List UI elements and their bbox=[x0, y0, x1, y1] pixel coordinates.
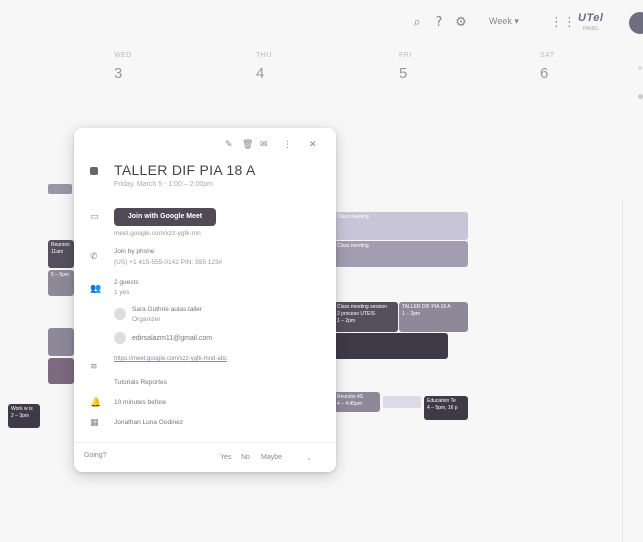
bell-icon: 🔔 bbox=[90, 398, 102, 408]
avatar bbox=[114, 308, 126, 320]
right-panel-dot bbox=[638, 66, 642, 70]
day-number: 3 bbox=[114, 65, 123, 82]
guests-icon: 👥 bbox=[90, 284, 102, 294]
event-card[interactable]: Reunion 11am bbox=[48, 240, 74, 268]
event-chip[interactable] bbox=[383, 396, 421, 408]
event-time: 5 – 5pm bbox=[51, 272, 70, 278]
divider bbox=[74, 442, 336, 443]
reminder-text: 10 minutes before bbox=[114, 399, 167, 406]
join-phone-label[interactable]: Join by phone bbox=[114, 248, 154, 255]
email-icon[interactable]: ✉ bbox=[260, 140, 268, 150]
event-title: Reunion bbox=[51, 242, 70, 248]
video-icon: ▭ bbox=[90, 212, 99, 222]
event-card[interactable] bbox=[48, 358, 74, 384]
day-name: WED bbox=[114, 52, 132, 59]
event-card[interactable] bbox=[334, 333, 448, 359]
meet-link[interactable]: meet.google.com/xzz-ygtk-mn bbox=[114, 230, 201, 237]
avatar[interactable] bbox=[629, 12, 643, 34]
day-number: 5 bbox=[399, 65, 408, 82]
rsvp-no[interactable]: No bbox=[241, 454, 250, 461]
guests-count: 2 guests bbox=[114, 279, 139, 286]
guest-role: Organizer bbox=[132, 316, 161, 323]
event-time: 1 – 2pm bbox=[337, 318, 356, 324]
event-card[interactable]: Reunión 4S 4 – 4:45pm bbox=[334, 392, 380, 412]
event-time: 11am bbox=[51, 249, 64, 255]
apps-icon[interactable]: ⋮⋮ bbox=[550, 14, 576, 32]
event-time: 4 – 5pm, 16 p bbox=[427, 405, 458, 411]
event-title: TALLER DIF PIA 18 A bbox=[114, 162, 256, 178]
org-logo-sub: PANEL bbox=[583, 26, 600, 32]
chevron-down-icon[interactable]: ⌄ bbox=[306, 454, 312, 462]
event-time: 4 – 4:45pm bbox=[337, 401, 363, 407]
guest-name: Sara Guthrie aulas.taller bbox=[132, 306, 203, 313]
phone-number: (US) +1 415-555-0142 PIN: 555 123# bbox=[114, 259, 223, 266]
guests-summary: 1 yes bbox=[114, 289, 130, 296]
event-title: Class meeting session bbox=[337, 304, 388, 310]
day-number: 4 bbox=[256, 65, 265, 82]
day-number: 6 bbox=[540, 65, 549, 82]
right-panel-dot bbox=[638, 94, 643, 99]
event-title: Reunión 4S bbox=[337, 394, 364, 400]
event-chip[interactable] bbox=[48, 184, 72, 194]
close-icon[interactable]: ✕ bbox=[309, 140, 317, 150]
more-icon[interactable]: ⋮ bbox=[283, 140, 292, 150]
event-time: 2 – 3pm bbox=[11, 413, 30, 419]
rsvp-maybe[interactable]: Maybe bbox=[261, 454, 282, 461]
event-card[interactable]: Class meeting bbox=[334, 212, 468, 240]
day-header-thu[interactable]: THU 4 bbox=[256, 52, 296, 82]
event-subtitle: 2 proceso UTEIS bbox=[337, 311, 376, 317]
settings-icon[interactable]: ⚙ bbox=[452, 14, 470, 32]
day-header-wed[interactable]: WED 3 bbox=[114, 52, 154, 82]
event-card[interactable]: Work w is 2 – 3pm bbox=[8, 404, 40, 428]
event-title: TALLER DIF PIA 18 A bbox=[402, 304, 451, 310]
event-title: Class meeting bbox=[337, 214, 369, 220]
org-logo: UTel bbox=[578, 12, 604, 24]
day-name: THU bbox=[256, 52, 272, 59]
search-icon[interactable]: ⌕ bbox=[408, 14, 426, 32]
grid-divider bbox=[622, 200, 623, 542]
event-title: Work w is bbox=[11, 406, 33, 412]
event-card[interactable]: Class meeting bbox=[334, 241, 468, 267]
view-label: Week bbox=[489, 16, 512, 26]
help-icon[interactable]: ? bbox=[430, 14, 448, 32]
event-card[interactable]: Education Te 4 – 5pm, 16 p bbox=[424, 396, 468, 420]
event-time: 1 – 2pm bbox=[402, 311, 421, 317]
top-bar: ⌕ ? ⚙ Week ▾ ⋮⋮ UTel PANEL bbox=[0, 0, 643, 48]
day-name: SAT bbox=[540, 52, 555, 59]
view-switcher[interactable]: Week ▾ bbox=[489, 16, 519, 27]
edit-icon[interactable]: ✎ bbox=[225, 140, 233, 150]
event-datetime: Friday, March 5 ⋅ 1:00 – 2:00pm bbox=[114, 181, 213, 188]
delete-icon[interactable]: 🗑 bbox=[242, 140, 253, 150]
rsvp-label: Going? bbox=[84, 452, 107, 459]
event-card[interactable]: Class meeting session 2 proceso UTEIS 1 … bbox=[334, 302, 398, 332]
description-icon: ≡ bbox=[90, 362, 98, 372]
event-card[interactable]: TALLER DIF PIA 18 A 1 – 2pm bbox=[399, 302, 468, 332]
avatar bbox=[114, 332, 126, 344]
rsvp-yes[interactable]: Yes bbox=[220, 454, 231, 461]
join-meet-button[interactable]: Join with Google Meet bbox=[114, 208, 216, 226]
description-link[interactable]: https://meet.google.com/xzz-ygtk-mnd-abc bbox=[114, 356, 227, 362]
event-card[interactable]: 5 – 5pm bbox=[48, 270, 74, 296]
event-title: Class meeting bbox=[337, 243, 369, 249]
organizer-name: Tutorials Reportes bbox=[114, 379, 167, 386]
calendar-color-swatch bbox=[90, 167, 98, 175]
day-header-fri[interactable]: FRI 5 bbox=[399, 52, 439, 82]
guest-email: edirsalazm11@gmail.com bbox=[132, 335, 213, 342]
day-name: FRI bbox=[399, 52, 412, 59]
calendar-icon: ▦ bbox=[90, 418, 99, 428]
day-header-sat[interactable]: SAT 6 bbox=[540, 52, 580, 82]
event-title: Education Te bbox=[427, 398, 456, 404]
calendar-owner: Jonathan Luna Godinez bbox=[114, 419, 184, 426]
event-card[interactable] bbox=[48, 328, 74, 356]
phone-icon: ✆ bbox=[90, 252, 98, 262]
event-detail-popup: ✎ 🗑 ✉ ⋮ ✕ TALLER DIF PIA 18 A Friday, Ma… bbox=[74, 128, 336, 472]
